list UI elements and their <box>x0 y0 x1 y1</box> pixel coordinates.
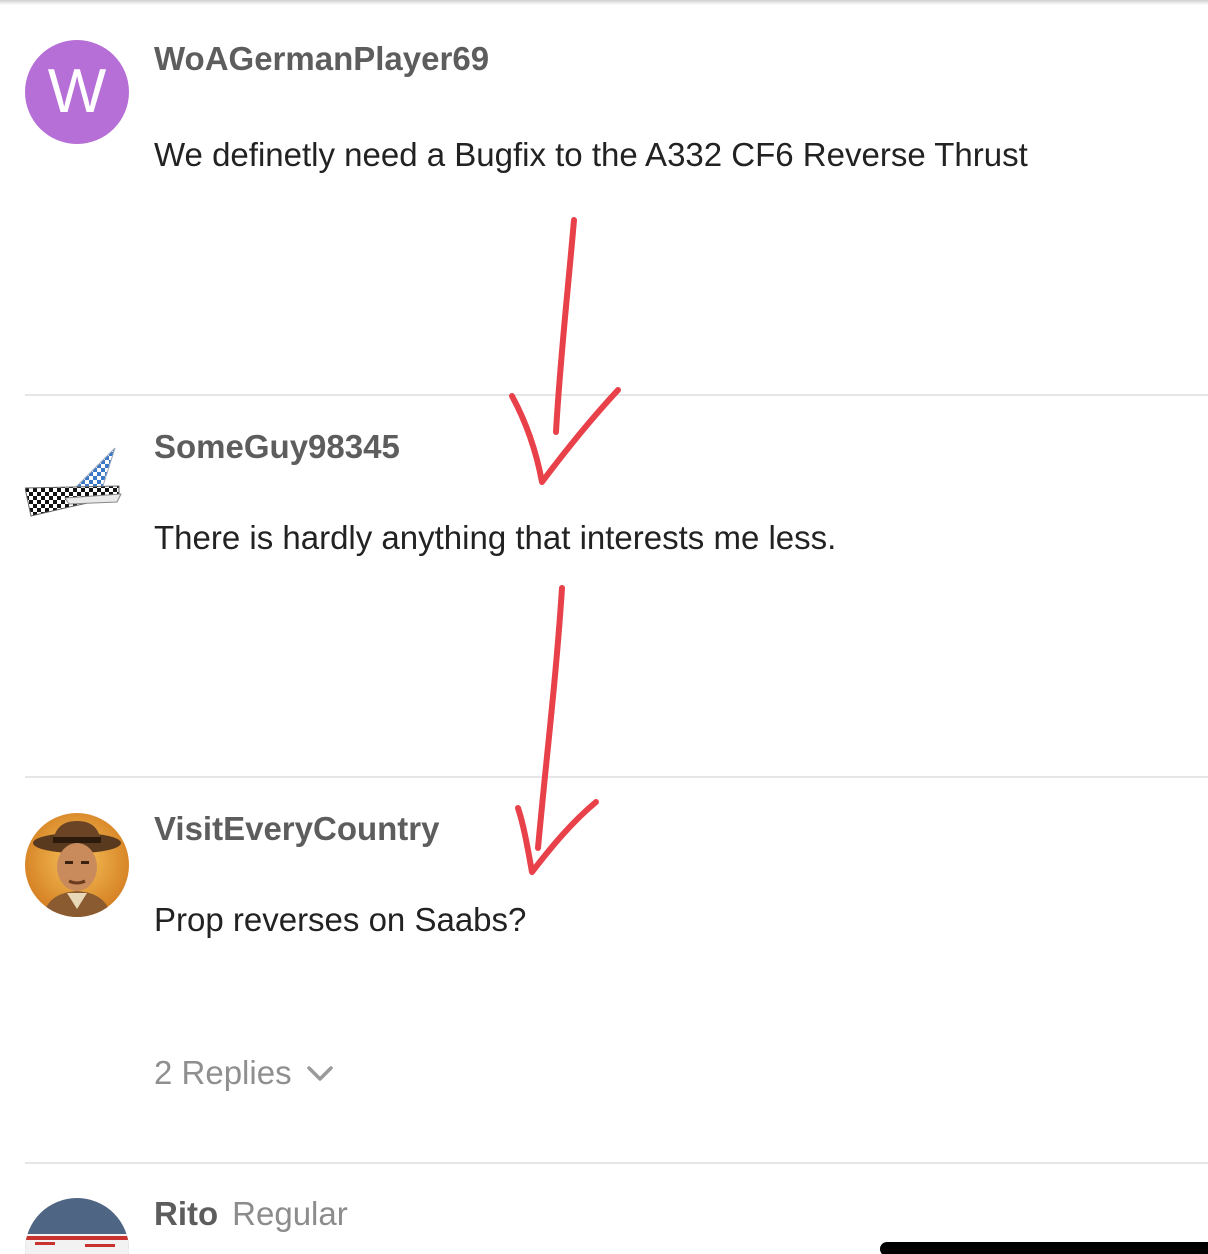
username[interactable]: WoAGermanPlayer69 <box>154 40 489 78</box>
avatar-letter: W <box>47 57 107 126</box>
post-message: We definetly need a Bugfix to the A332 C… <box>154 136 1028 173</box>
annotation-arrow-1-head <box>509 387 621 485</box>
annotation-arrow-2-shaft <box>535 585 565 851</box>
username[interactable]: SomeGuy98345 <box>154 428 400 466</box>
page: W WoAGermanPlayer69 We definetly need a … <box>0 0 1208 1254</box>
replies-toggle[interactable]: 2 Replies <box>154 1054 334 1092</box>
top-edge-shadow <box>0 0 1208 5</box>
post-divider <box>25 1162 1208 1164</box>
user-avatar[interactable]: W <box>25 40 129 144</box>
username[interactable]: Rito Regular <box>154 1195 348 1233</box>
airplane-tail-icon[interactable] <box>25 424 129 528</box>
chevron-down-icon <box>306 1053 334 1091</box>
landscape-avatar-icon[interactable] <box>25 1198 129 1254</box>
username-text: Rito <box>154 1195 219 1232</box>
annotation-arrow-2-head <box>515 799 599 875</box>
username[interactable]: VisitEveryCountry <box>154 810 440 848</box>
post-divider <box>25 394 1208 396</box>
replies-label: 2 Replies <box>154 1054 292 1091</box>
home-indicator[interactable] <box>880 1242 1208 1254</box>
adventurer-portrait-icon[interactable] <box>25 813 129 917</box>
post-message: Prop reverses on Saabs? <box>154 901 527 938</box>
annotation-arrow-1-shaft <box>553 217 577 435</box>
user-title-badge: Regular <box>232 1195 348 1232</box>
post-message: There is hardly anything that interests … <box>154 519 837 556</box>
post-divider <box>25 776 1208 778</box>
